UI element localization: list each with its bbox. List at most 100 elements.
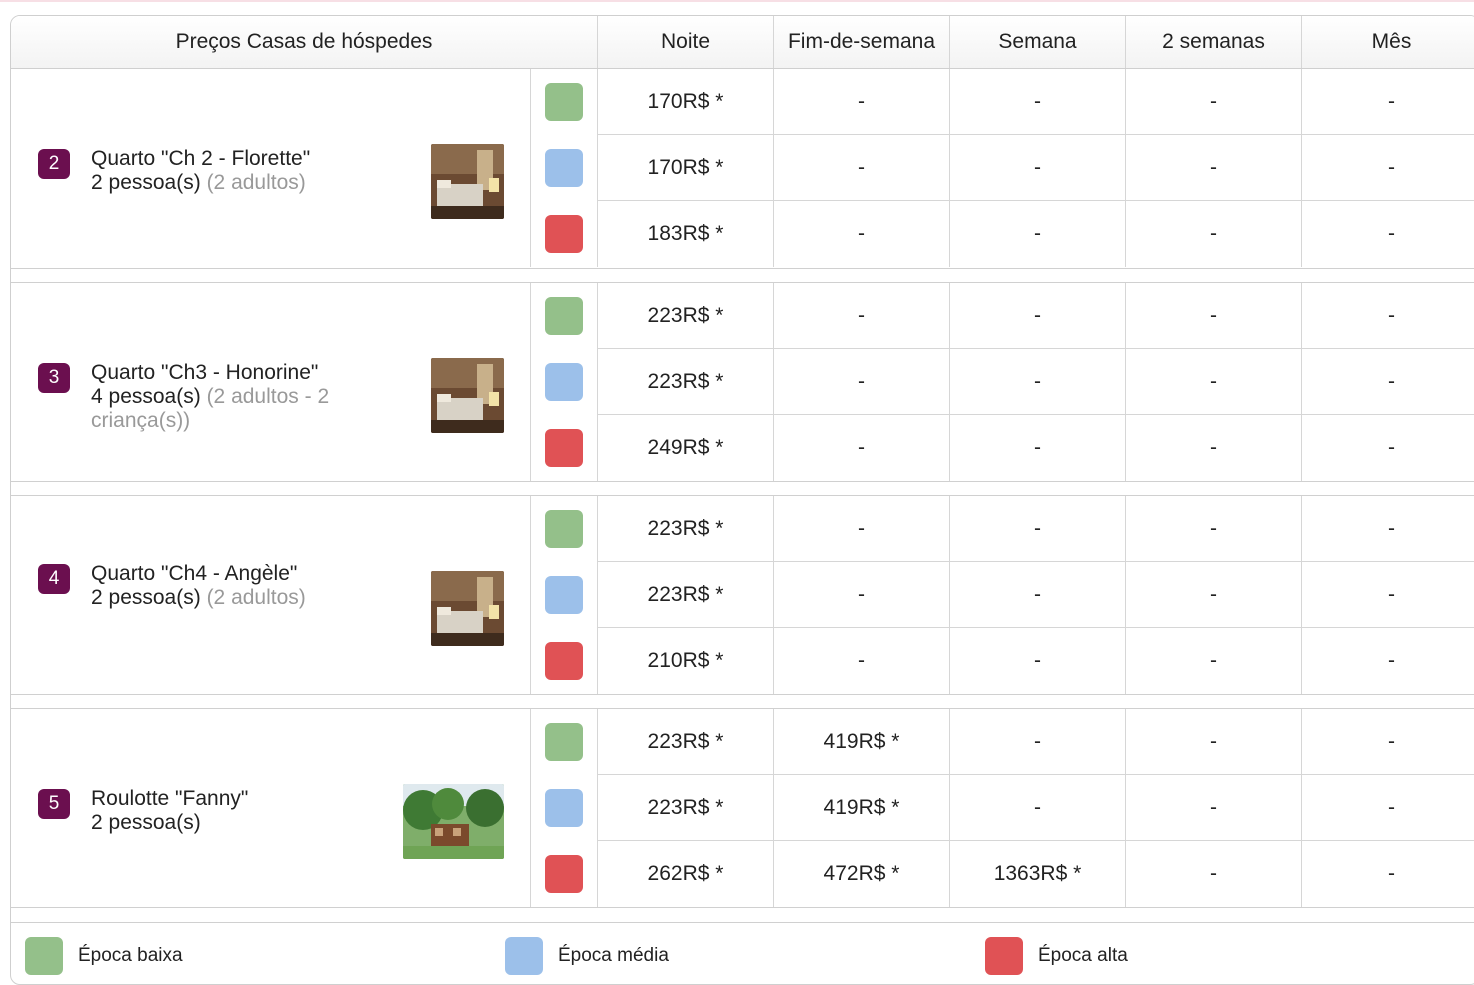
room-row: 3 Quarto "Ch3 - Honorine" 4 pessoa(s) (2 a… (11, 282, 1474, 482)
price-cell-month-low: - (1302, 283, 1474, 349)
price-cell-night-low: 223R$ * (598, 496, 774, 562)
price-cell-weekend-low: - (774, 283, 950, 349)
price-cell-two-weeks-mid: - (1126, 135, 1302, 201)
room-capacity-line: 2 pessoa(s) (2 adultos) (91, 171, 391, 195)
room-capacity: 4 pessoa(s) (91, 385, 201, 408)
room-number-badge: 4 (38, 564, 70, 594)
price-cell-night-high: 249R$ * (598, 415, 774, 481)
price-cell-night-high: 262R$ * (598, 841, 774, 907)
price-cell-night-mid: 223R$ * (598, 562, 774, 628)
price-cell-night-low: 223R$ * (598, 709, 774, 775)
price-cell-month-high: - (1388, 649, 1395, 672)
price-cell-month-high: - (1388, 222, 1395, 245)
season-swatch-high (545, 855, 583, 893)
price-cell-week-high: - (950, 628, 1126, 694)
price-cell-night-high: 183R$ * (598, 201, 774, 267)
bedroom-photo[interactable] (431, 571, 504, 646)
legend-swatch-low (25, 937, 63, 975)
price-cell-night-mid: 223R$ * (598, 775, 774, 841)
price-cell-weekend-high: 472R$ * (774, 841, 950, 907)
room-info: 5 Roulotte "Fanny" 2 pessoa(s) (11, 709, 531, 907)
header-col-two-weeks: 2 semanas (1126, 16, 1302, 68)
room-separator (11, 482, 1474, 495)
room-row: 2 Quarto "Ch 2 - Florette" 2 pessoa(s) (2 … (11, 69, 1474, 269)
price-cell-weekend-high: - (774, 628, 950, 694)
season-swatch-high (545, 429, 583, 467)
price-cell-week-mid: - (950, 775, 1126, 841)
price-cell-week-low: - (950, 496, 1126, 562)
season-swatch-mid (545, 576, 583, 614)
price-cell-month-low: - (1302, 709, 1474, 775)
room-capacity: 2 pessoa(s) (91, 171, 201, 194)
price-cell-two-weeks-high: - (1126, 201, 1302, 267)
season-swatch-low (545, 723, 583, 761)
room-info: 4 Quarto "Ch4 - Angèle" 2 pessoa(s) (2 adu… (11, 496, 531, 694)
room-guest-detail: (2 adultos) (206, 171, 306, 194)
price-cell-night-mid: 170R$ * (598, 135, 774, 201)
room-separator (11, 269, 1474, 282)
price-cell-month-mid: - (1302, 775, 1474, 841)
season-swatches (531, 496, 598, 694)
season-swatch-low (545, 83, 583, 121)
prices-table: Preços Casas de hóspedes Noite Fim-de-se… (10, 15, 1474, 985)
price-cell-weekend-mid: 419R$ * (774, 775, 950, 841)
room-name: Roulotte "Fanny" (91, 787, 249, 810)
room-number-badge: 2 (38, 149, 70, 179)
room-details: Quarto "Ch4 - Angèle" 2 pessoa(s) (2 adul… (91, 562, 391, 610)
season-swatches (531, 709, 598, 907)
season-swatch-high (545, 215, 583, 253)
price-cell-weekend-low: 419R$ * (774, 709, 950, 775)
room-info: 3 Quarto "Ch3 - Honorine" 4 pessoa(s) (2 a… (11, 283, 531, 481)
header-col-weekend: Fim-de-semana (774, 16, 950, 68)
price-cell-week-low: - (950, 709, 1126, 775)
room-guest-detail: (2 adultos) (206, 586, 306, 609)
room-details: Roulotte "Fanny" 2 pessoa(s) (91, 787, 391, 835)
room-capacity-line: 2 pessoa(s) (2 adultos) (91, 586, 391, 610)
bedroom-photo[interactable] (431, 144, 504, 219)
header-col-month: Mês (1371, 30, 1412, 53)
legend-label-high: Época alta (1038, 945, 1128, 966)
room-separator (11, 695, 1474, 708)
price-cell-two-weeks-low: - (1126, 69, 1302, 135)
season-swatches (531, 283, 598, 481)
room-info: 2 Quarto "Ch 2 - Florette" 2 pessoa(s) (2 … (11, 69, 531, 267)
price-cell-weekend-high: - (774, 415, 950, 481)
price-cell-week-mid: - (950, 562, 1126, 628)
room-name: Quarto "Ch4 - Angèle" (91, 562, 298, 585)
price-cell-week-high: - (950, 415, 1126, 481)
price-cell-two-weeks-high: - (1126, 628, 1302, 694)
price-cell-two-weeks-low: - (1126, 283, 1302, 349)
price-cell-two-weeks-high: - (1126, 841, 1302, 907)
room-details: Quarto "Ch3 - Honorine" 4 pessoa(s) (2 ad… (91, 361, 391, 433)
season-swatch-high (545, 642, 583, 680)
room-name: Quarto "Ch 2 - Florette" (91, 147, 311, 170)
price-cell-night-low: 170R$ * (598, 69, 774, 135)
price-cell-weekend-mid: - (774, 135, 950, 201)
room-details: Quarto "Ch 2 - Florette" 2 pessoa(s) (2 a… (91, 147, 391, 195)
price-cell-night-high: 210R$ * (598, 628, 774, 694)
season-swatch-low (545, 510, 583, 548)
price-cell-month-high: - (1388, 862, 1395, 885)
header-title: Preços Casas de hóspedes (11, 16, 598, 68)
room-number-badge: 5 (38, 789, 70, 819)
price-cell-week-low: - (950, 283, 1126, 349)
price-cell-weekend-mid: - (774, 349, 950, 415)
price-cell-week-mid: - (950, 135, 1126, 201)
bedroom-photo[interactable] (431, 358, 504, 433)
price-cell-week-high: - (950, 201, 1126, 267)
price-cell-month-low: - (1302, 496, 1474, 562)
table-header: Preços Casas de hóspedes Noite Fim-de-se… (11, 16, 1474, 69)
price-cell-month-high: - (1388, 436, 1395, 459)
room-name: Quarto "Ch3 - Honorine" (91, 361, 319, 384)
season-swatch-mid (545, 789, 583, 827)
garden-caravan-photo[interactable] (403, 784, 504, 859)
price-cell-night-mid: 223R$ * (598, 349, 774, 415)
header-col-night: Noite (598, 16, 774, 68)
room-capacity-line: 2 pessoa(s) (91, 811, 391, 835)
room-capacity: 2 pessoa(s) (91, 586, 201, 609)
room-row: 5 Roulotte "Fanny" 2 pessoa(s) 223R$ * 419R$… (11, 708, 1474, 908)
top-accent-line (0, 0, 1474, 2)
price-cell-week-mid: - (950, 349, 1126, 415)
price-cell-two-weeks-low: - (1126, 496, 1302, 562)
price-cell-two-weeks-mid: - (1126, 349, 1302, 415)
